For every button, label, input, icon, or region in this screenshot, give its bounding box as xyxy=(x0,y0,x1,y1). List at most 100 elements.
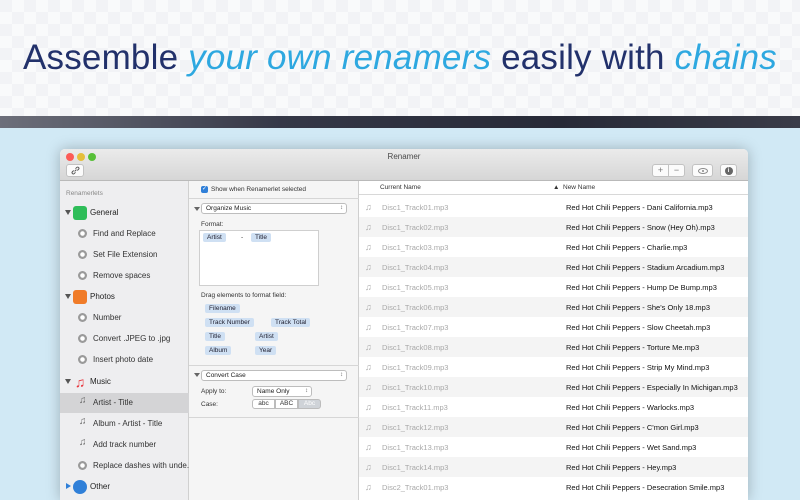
photo-icon xyxy=(73,290,87,304)
current-name-cell: Disc1_Track04.mp3 xyxy=(382,263,449,272)
sidebar-item-find-and-replace[interactable]: Find and Replace xyxy=(60,224,189,244)
new-name-cell: Red Hot Chili Peppers - Torture Me.mp3 xyxy=(566,343,700,352)
drag-elements-label: Drag elements to format field: xyxy=(201,292,287,299)
table-row[interactable]: ♫ Disc2_Track01.mp3 Red Hot Chili Peppers … xyxy=(359,477,748,497)
music-file-icon: ♫ xyxy=(365,462,372,472)
element-token[interactable]: Track Number xyxy=(205,318,254,327)
format-separator: - xyxy=(241,234,244,241)
disclosure-triangle-icon[interactable] xyxy=(65,379,71,384)
add-button[interactable]: + xyxy=(652,164,669,177)
sidebar-group-photos[interactable]: Photos xyxy=(60,289,189,307)
format-token[interactable]: Title xyxy=(251,233,272,242)
gear-icon xyxy=(78,229,87,238)
music-file-icon: ♫ xyxy=(365,482,372,492)
gear-icon xyxy=(78,355,87,364)
current-name-cell: Disc1_Track01.mp3 xyxy=(382,203,449,212)
current-name-cell: Disc1_Track02.mp3 xyxy=(382,223,449,232)
element-token[interactable]: Title xyxy=(205,332,226,341)
sidebar-item-label: Number xyxy=(93,313,122,322)
table-row[interactable]: ♫ Disc1_Track12.mp3 Red Hot Chili Peppers … xyxy=(359,417,748,437)
group-label: Music xyxy=(90,377,111,386)
link-button[interactable] xyxy=(66,164,84,177)
remove-button[interactable]: − xyxy=(668,164,685,177)
music-file-icon: ♫ xyxy=(365,362,372,372)
case-title-option[interactable]: Abc xyxy=(298,399,321,409)
disclosure-triangle-icon[interactable] xyxy=(65,210,71,215)
case-label: Case: xyxy=(201,401,218,408)
table-row[interactable]: ♫ Disc1_Track11.mp3 Red Hot Chili Peppers … xyxy=(359,397,748,417)
sort-ascending-icon[interactable]: ▲ xyxy=(553,181,559,194)
current-name-cell: Disc1_Track14.mp3 xyxy=(382,463,449,472)
current-name-cell: Disc1_Track13.mp3 xyxy=(382,443,449,452)
group-label: Photos xyxy=(90,292,115,301)
current-name-cell: Disc1_Track07.mp3 xyxy=(382,323,449,332)
divider xyxy=(189,417,359,418)
disclosure-triangle-icon[interactable] xyxy=(66,483,71,489)
organize-music-select[interactable]: Organize Music xyxy=(201,203,347,214)
cube-icon xyxy=(73,206,87,220)
table-row[interactable]: ♫ Disc1_Track13.mp3 Red Hot Chili Peppers … xyxy=(359,437,748,457)
sidebar-group-other[interactable]: Other xyxy=(60,479,189,497)
headline-highlight: chains xyxy=(674,38,778,77)
table-row[interactable]: ♫ Disc1_Track04.mp3 Red Hot Chili Peppers … xyxy=(359,257,748,277)
group-label: Other xyxy=(90,482,111,491)
gear-icon xyxy=(78,250,87,259)
music-file-icon: ♫ xyxy=(365,242,372,252)
element-token[interactable]: Artist xyxy=(255,332,278,341)
sidebar-item-number[interactable]: Number xyxy=(60,308,189,328)
new-name-cell: Red Hot Chili Peppers - Desecration Smil… xyxy=(566,483,725,492)
sidebar-item-insert-photo-date[interactable]: Insert photo date xyxy=(60,350,189,370)
case-lower-option[interactable]: abc xyxy=(252,399,275,409)
table-row[interactable]: ♫ Disc1_Track14.mp3 Red Hot Chili Peppers … xyxy=(359,457,748,477)
music-file-icon: ♫ xyxy=(365,322,372,332)
apply-to-select[interactable]: Name Only xyxy=(252,386,312,397)
headline-highlight: your own renamers xyxy=(188,38,492,77)
sidebar-group-general[interactable]: General xyxy=(60,205,189,223)
table-row[interactable]: ♫ Disc1_Track05.mp3 Red Hot Chili Peppers … xyxy=(359,277,748,297)
gear-icon xyxy=(73,480,87,494)
current-name-cell: Disc1_Track12.mp3 xyxy=(382,423,449,432)
column-header-current-name[interactable]: Current Name xyxy=(380,181,421,194)
disclosure-triangle-icon[interactable] xyxy=(65,294,71,299)
gear-icon xyxy=(78,334,87,343)
music-file-icon: ♫ xyxy=(365,282,372,292)
sidebar-item-remove-spaces[interactable]: Remove spaces xyxy=(60,266,189,286)
column-header-new-name[interactable]: New Name xyxy=(563,181,595,194)
element-token[interactable]: Track Total xyxy=(271,318,311,327)
sidebar-header: Renamerlets xyxy=(66,190,103,197)
preview-button[interactable] xyxy=(692,164,713,177)
sidebar-item-set-file-extension[interactable]: Set File Extension xyxy=(60,245,189,265)
apply-to-label: Apply to: xyxy=(201,388,227,395)
current-name-cell: Disc1_Track09.mp3 xyxy=(382,363,449,372)
element-token[interactable]: Year xyxy=(255,346,277,355)
table-row[interactable]: ♫ Disc1_Track03.mp3 Red Hot Chili Peppers … xyxy=(359,237,748,257)
sidebar-group-music[interactable]: ♫ Music xyxy=(60,374,189,392)
element-token[interactable]: Album xyxy=(205,346,232,355)
music-file-icon: ♫ xyxy=(365,302,372,312)
sidebar-item-replace-dashes[interactable]: Replace dashes with unde... xyxy=(60,456,194,476)
show-when-selected-checkbox[interactable]: ✓ xyxy=(201,186,208,193)
music-note-icon: ♫ xyxy=(79,437,87,448)
table-row[interactable]: ♫ Disc1_Track08.mp3 Red Hot Chili Peppers … xyxy=(359,337,748,357)
new-name-cell: Red Hot Chili Peppers - Dani California.… xyxy=(566,203,713,212)
sidebar-item-artist-title[interactable]: ♫ Artist - Title xyxy=(60,393,189,413)
collapse-triangle-icon[interactable] xyxy=(194,207,200,211)
info-button[interactable]: i xyxy=(720,164,737,177)
case-upper-option[interactable]: ABC xyxy=(275,399,298,409)
table-row[interactable]: ♫ Disc1_Track10.mp3 Red Hot Chili Peppers … xyxy=(359,377,748,397)
table-row[interactable]: ♫ Disc1_Track09.mp3 Red Hot Chili Peppers … xyxy=(359,357,748,377)
sidebar-item-add-track-number[interactable]: ♫ Add track number xyxy=(60,435,189,455)
sidebar-item-label: Find and Replace xyxy=(93,229,156,238)
collapse-triangle-icon[interactable] xyxy=(194,373,200,377)
sidebar-item-album-artist-title[interactable]: ♫ Album - Artist - Title xyxy=(60,414,189,434)
sidebar-item-convert-jpeg[interactable]: Convert .JPEG to .jpg xyxy=(60,329,189,349)
table-row[interactable]: ♫ Disc1_Track06.mp3 Red Hot Chili Peppers … xyxy=(359,297,748,317)
table-row[interactable]: ♫ Disc1_Track07.mp3 Red Hot Chili Peppers … xyxy=(359,317,748,337)
convert-case-select[interactable]: Convert Case xyxy=(201,370,347,381)
format-token[interactable]: Artist xyxy=(203,233,226,242)
music-file-icon: ♫ xyxy=(365,342,372,352)
table-row[interactable]: ♫ Disc1_Track01.mp3 Red Hot Chili Peppers … xyxy=(359,197,748,217)
element-token[interactable]: Filename xyxy=(205,304,240,313)
sidebar-item-label: Convert .JPEG to .jpg xyxy=(93,334,171,343)
table-row[interactable]: ♫ Disc1_Track02.mp3 Red Hot Chili Peppers … xyxy=(359,217,748,237)
